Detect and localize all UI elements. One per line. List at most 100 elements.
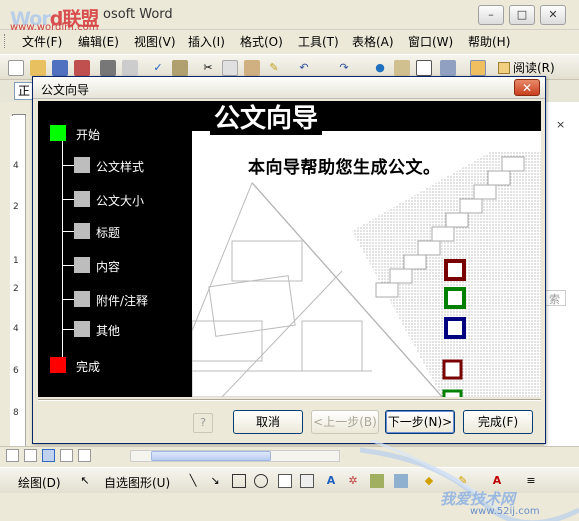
diagram-icon[interactable]: ✲ xyxy=(346,474,360,488)
wizard-panel: 开始 公文样式 公文大小 标题 内容 附件/注释 其他 完成 本向导帮助您生成公… xyxy=(38,101,541,397)
watermark-url-2: www.52ij.com xyxy=(470,506,540,517)
task-pane-search-field[interactable]: 索 xyxy=(544,290,566,306)
step-marker-current xyxy=(50,125,66,141)
step-label: 其他 xyxy=(96,324,121,338)
ruler-tick: 1 xyxy=(13,256,19,266)
menu-grip[interactable] xyxy=(4,34,7,48)
cancel-button[interactable]: 取消 xyxy=(233,410,303,434)
step-branch-line xyxy=(62,265,74,266)
ruler-tick: 4 xyxy=(13,161,19,171)
paste-icon[interactable] xyxy=(244,60,260,76)
wizard-headline: 本向导帮助您生成公文。 xyxy=(248,158,441,178)
research-icon[interactable] xyxy=(172,60,188,76)
menu-format[interactable]: 格式(O) xyxy=(240,33,283,50)
step-marker xyxy=(74,321,90,337)
cut-icon[interactable]: ✂ xyxy=(200,60,216,76)
spelling-icon[interactable]: ✓ xyxy=(150,60,166,76)
menu-view[interactable]: 视图(V) xyxy=(134,33,176,50)
illustration-square-green xyxy=(444,287,466,309)
finish-button[interactable]: 完成(F) xyxy=(463,410,533,434)
textbox-icon[interactable] xyxy=(278,474,292,488)
new-document-icon[interactable] xyxy=(8,60,24,76)
menu-table[interactable]: 表格(A) xyxy=(352,33,394,50)
menu-help[interactable]: 帮助(H) xyxy=(468,33,510,50)
close-button[interactable]: ✕ xyxy=(540,5,566,25)
format-painter-icon[interactable]: ✎ xyxy=(266,60,282,76)
horizontal-scrollbar[interactable] xyxy=(130,450,340,462)
minimize-button[interactable]: – xyxy=(478,5,504,25)
menu-window[interactable]: 窗口(W) xyxy=(408,33,453,50)
wizard-illustration: 本向导帮助您生成公文。 xyxy=(192,131,541,397)
back-button[interactable]: <上一步(B) xyxy=(311,410,379,434)
normal-view-icon[interactable] xyxy=(6,449,19,462)
drawing-toggle-icon[interactable] xyxy=(470,60,486,76)
redo-icon[interactable]: ↷ xyxy=(336,60,352,76)
line-icon[interactable]: ╲ xyxy=(186,474,200,488)
columns-icon[interactable] xyxy=(440,60,456,76)
step-branch-line xyxy=(62,231,74,232)
step-marker xyxy=(74,291,90,307)
step-marker xyxy=(74,157,90,173)
wizard-dialog: 公文向导 ✕ 开始 公文样式 公文大小 标题 内容 附件/注释 其他 完成 本向… xyxy=(32,76,546,444)
illustration-square-red xyxy=(444,259,466,281)
title-bar: Word联盟 www.wordlm.com osoft Word – □ ✕ xyxy=(0,0,579,33)
menu-bar: 文件(F) 编辑(E) 视图(V) 插入(I) 格式(O) 工具(T) 表格(A… xyxy=(0,30,579,52)
illustration-square-red xyxy=(442,359,463,380)
tables-borders-icon[interactable] xyxy=(394,60,410,76)
select-objects-icon[interactable]: ↖ xyxy=(78,474,92,488)
vertical-textbox-icon[interactable] xyxy=(300,474,314,488)
step-branch-line xyxy=(62,199,74,200)
document-area[interactable] xyxy=(544,102,579,462)
next-button[interactable]: 下一步(N)> xyxy=(385,410,455,434)
step-label: 标题 xyxy=(96,226,121,240)
ruler-tick: 2 xyxy=(13,284,19,294)
menu-tools[interactable]: 工具(T) xyxy=(298,33,339,50)
read-mode-button[interactable]: 阅读(R) xyxy=(498,59,555,76)
dialog-title-bar[interactable]: 公文向导 ✕ xyxy=(33,77,545,99)
web-layout-icon[interactable] xyxy=(24,449,37,462)
dialog-title: 公文向导 xyxy=(41,83,90,97)
ruler-tick: 8 xyxy=(13,408,19,418)
task-pane-close-icon[interactable]: × xyxy=(556,118,565,131)
insert-table-icon[interactable] xyxy=(416,60,432,76)
vertical-ruler[interactable]: 4 2 1 2 4 6 8 xyxy=(10,116,26,446)
help-button[interactable]: ? xyxy=(193,413,213,433)
maximize-button[interactable]: □ xyxy=(509,5,535,25)
step-branch-line xyxy=(62,165,74,166)
rectangle-icon[interactable] xyxy=(232,474,246,488)
hyperlink-icon[interactable]: ● xyxy=(372,60,388,76)
step-label: 公文样式 xyxy=(96,160,145,174)
step-marker xyxy=(74,257,90,273)
wordart-icon[interactable]: A xyxy=(324,474,338,488)
step-label: 附件/注释 xyxy=(96,294,149,308)
illustration-square-blue xyxy=(444,317,466,339)
step-marker xyxy=(74,223,90,239)
print-layout-icon[interactable] xyxy=(42,449,55,462)
open-folder-icon[interactable] xyxy=(30,60,46,76)
step-marker-end xyxy=(50,357,66,373)
dialog-close-button[interactable]: ✕ xyxy=(514,79,540,96)
outline-view-icon[interactable] xyxy=(60,449,73,462)
illustration-square-green xyxy=(442,389,463,397)
copy-icon[interactable] xyxy=(222,60,238,76)
save-icon[interactable] xyxy=(52,60,68,76)
print-preview-icon[interactable] xyxy=(122,60,138,76)
menu-edit[interactable]: 编辑(E) xyxy=(78,33,119,50)
arrow-icon[interactable]: ↘ xyxy=(208,474,222,488)
reading-view-icon[interactable] xyxy=(78,449,91,462)
step-label: 公文大小 xyxy=(96,194,145,208)
permission-icon[interactable] xyxy=(74,60,90,76)
menu-insert[interactable]: 插入(I) xyxy=(188,33,225,50)
step-label: 完成 xyxy=(76,360,101,374)
menu-file[interactable]: 文件(F) xyxy=(22,33,62,50)
undo-icon[interactable]: ↶ xyxy=(296,60,312,76)
wizard-banner-title: 公文向导 xyxy=(210,103,323,135)
oval-icon[interactable] xyxy=(254,474,268,488)
draw-menu[interactable]: 绘图(D) xyxy=(18,474,61,491)
autoshapes-menu[interactable]: 自选图形(U) xyxy=(104,474,170,491)
ruler-tick: 4 xyxy=(13,324,19,334)
step-branch-line xyxy=(62,299,74,300)
dialog-separator xyxy=(38,399,541,401)
scrollbar-thumb[interactable] xyxy=(151,451,271,461)
print-icon[interactable] xyxy=(100,60,116,76)
